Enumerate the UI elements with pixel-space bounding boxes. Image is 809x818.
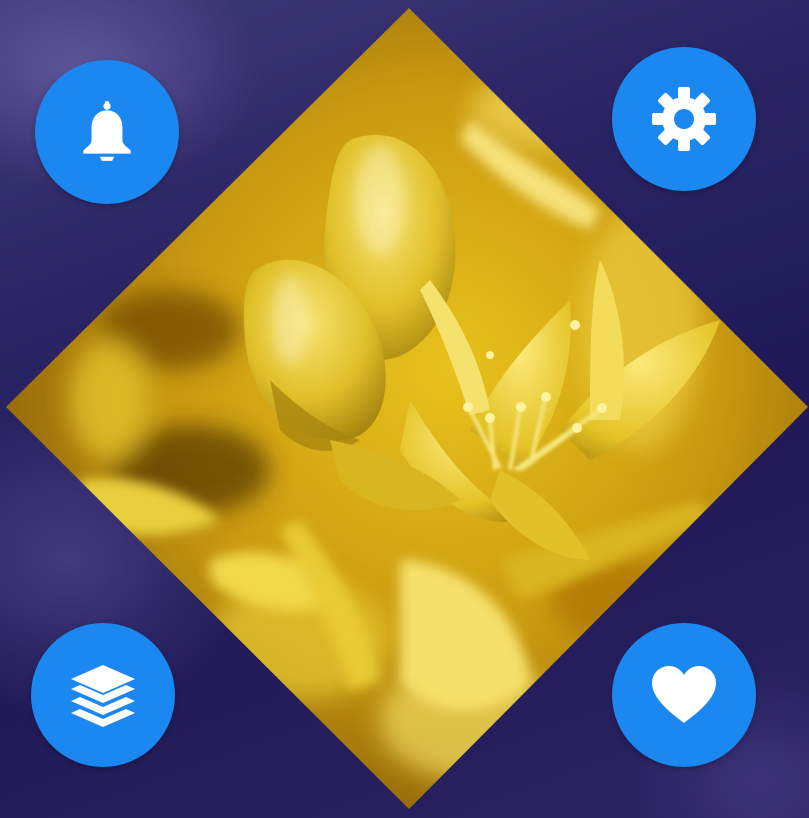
favorite-button[interactable] bbox=[612, 623, 756, 767]
gear-icon bbox=[652, 87, 716, 151]
settings-button[interactable] bbox=[612, 47, 756, 191]
heart-icon bbox=[652, 666, 716, 723]
notifications-button[interactable] bbox=[35, 60, 179, 204]
layers-button[interactable] bbox=[31, 623, 175, 767]
bell-icon bbox=[83, 101, 131, 161]
layers-icon bbox=[71, 665, 135, 727]
